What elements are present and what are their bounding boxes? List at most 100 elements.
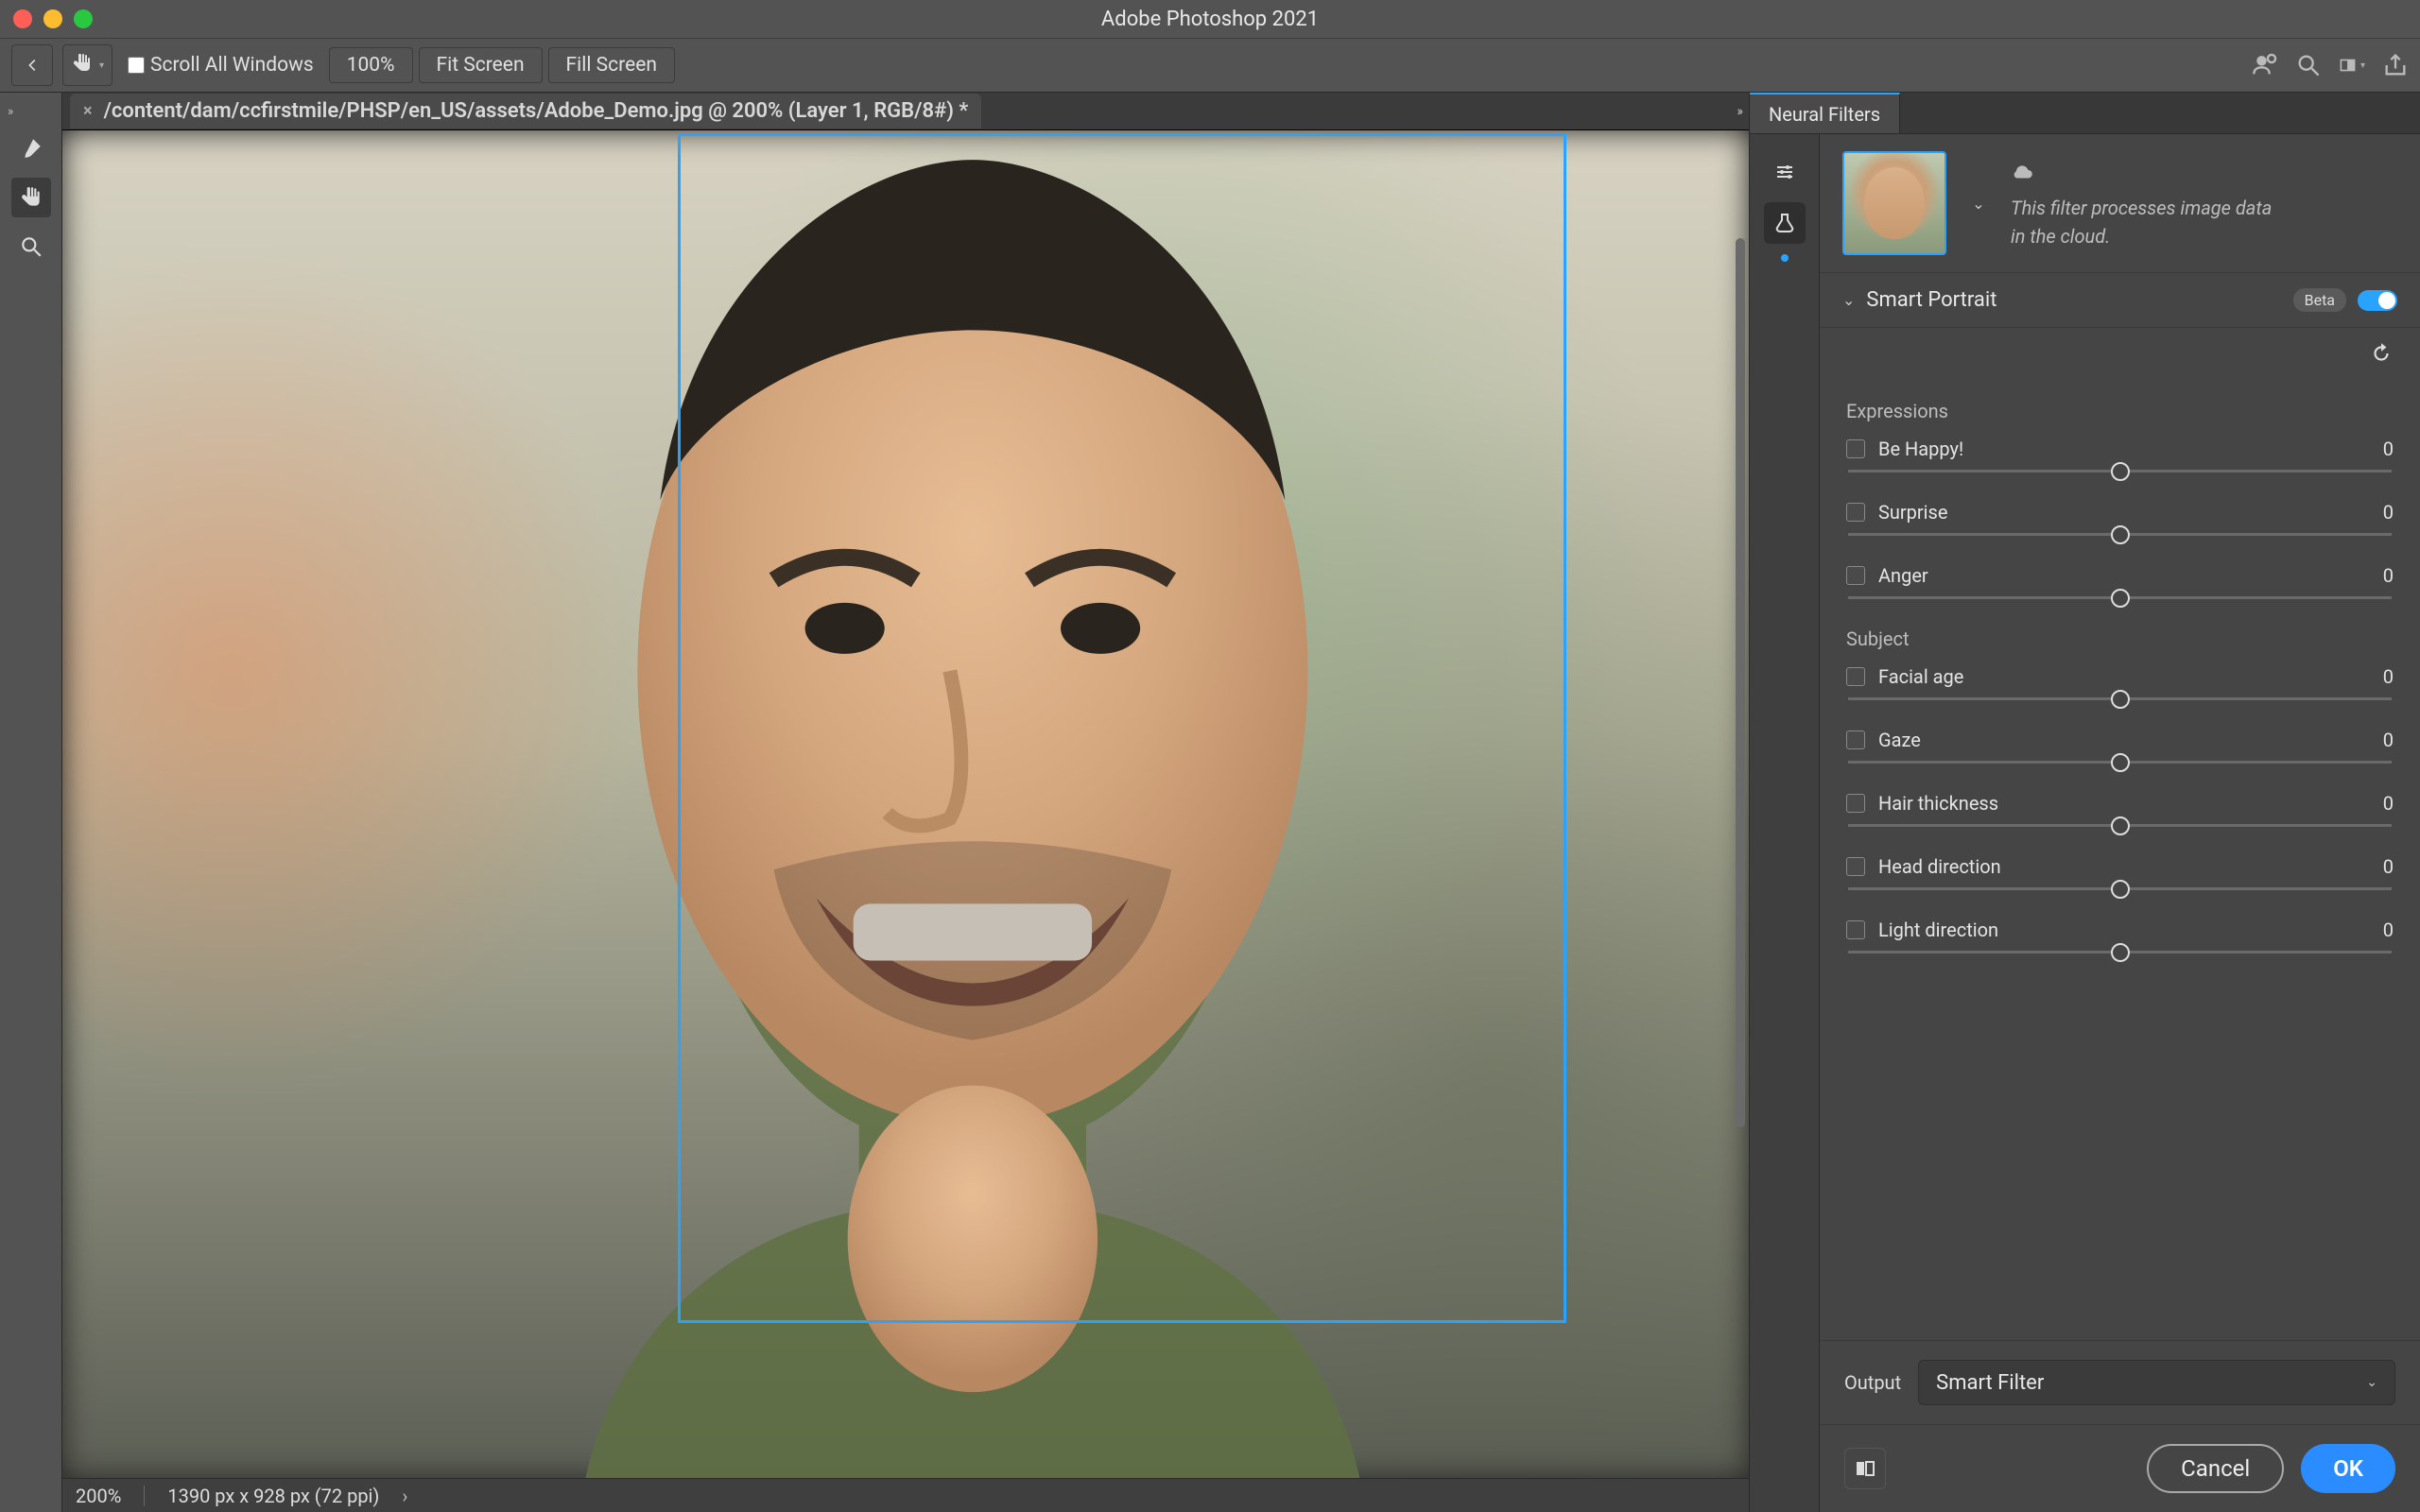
label-hair-thickness: Hair thickness bbox=[1878, 792, 2370, 815]
checkbox-hair-thickness[interactable] bbox=[1846, 794, 1865, 813]
slider-light-direction: Light direction 0 bbox=[1846, 919, 2394, 954]
scroll-all-windows-checkbox[interactable]: Scroll All Windows bbox=[122, 54, 320, 77]
track-anger[interactable] bbox=[1848, 596, 2392, 599]
close-window-button[interactable] bbox=[13, 9, 32, 28]
brush-tool[interactable] bbox=[11, 129, 51, 168]
canvas-area[interactable] bbox=[62, 130, 1749, 1478]
collapse-filter-chevron-icon[interactable]: ⌄ bbox=[1842, 291, 1855, 309]
knob-head-direction[interactable] bbox=[2111, 880, 2130, 899]
category-beta-icon[interactable] bbox=[1764, 202, 1806, 244]
value-head-direction: 0 bbox=[2383, 855, 2394, 878]
checkbox-gaze[interactable] bbox=[1846, 730, 1865, 749]
zoom-value-button[interactable]: 100% bbox=[329, 47, 413, 83]
label-head-direction: Head direction bbox=[1878, 855, 2370, 878]
value-gaze: 0 bbox=[2383, 729, 2394, 751]
status-bar: 200% 1390 px x 928 px (72 ppi) › bbox=[62, 1478, 1749, 1512]
document-tabbar: × /content/dam/ccfirstmile/PHSP/en_US/as… bbox=[62, 93, 1749, 130]
face-dropdown-chevron-icon[interactable]: ⌄ bbox=[1965, 190, 1992, 216]
minimize-window-button[interactable] bbox=[43, 9, 62, 28]
status-zoom[interactable]: 200% bbox=[76, 1485, 121, 1507]
panel-tab-neural-filters[interactable]: Neural Filters bbox=[1750, 93, 1900, 133]
checkbox-light-direction[interactable] bbox=[1846, 920, 1865, 939]
document-tab[interactable]: × /content/dam/ccfirstmile/PHSP/en_US/as… bbox=[70, 94, 981, 129]
left-toolbar: ›› bbox=[0, 93, 62, 1512]
value-anger: 0 bbox=[2383, 564, 2394, 587]
knob-be-happy[interactable] bbox=[2111, 462, 2130, 481]
slider-surprise: Surprise 0 bbox=[1846, 501, 2394, 536]
knob-anger[interactable] bbox=[2111, 589, 2130, 608]
cancel-button[interactable]: Cancel bbox=[2147, 1444, 2284, 1493]
chevron-down-icon[interactable]: ▾ bbox=[99, 60, 104, 71]
output-label: Output bbox=[1844, 1371, 1901, 1394]
window-controls bbox=[13, 9, 93, 28]
slider-anger: Anger 0 bbox=[1846, 564, 2394, 599]
slider-hair-thickness: Hair thickness 0 bbox=[1846, 792, 2394, 827]
track-surprise[interactable] bbox=[1848, 533, 2392, 536]
workspace-switcher-icon[interactable]: ▾ bbox=[2339, 52, 2365, 78]
face-thumbnail[interactable] bbox=[1842, 151, 1946, 255]
track-gaze[interactable] bbox=[1848, 761, 2392, 764]
track-head-direction[interactable] bbox=[1848, 887, 2392, 890]
slider-head-direction: Head direction 0 bbox=[1846, 855, 2394, 890]
cloud-profile-icon[interactable] bbox=[2252, 52, 2278, 78]
scroll-all-windows-input[interactable] bbox=[128, 57, 145, 74]
share-icon[interactable] bbox=[2382, 52, 2409, 78]
status-menu-chevron-icon[interactable]: › bbox=[402, 1485, 407, 1507]
back-button[interactable] bbox=[11, 44, 53, 86]
track-hair-thickness[interactable] bbox=[1848, 824, 2392, 827]
knob-hair-thickness[interactable] bbox=[2111, 816, 2130, 835]
knob-surprise[interactable] bbox=[2111, 525, 2130, 544]
filter-header: ⌄ Smart Portrait Beta bbox=[1820, 273, 2420, 328]
tabbar-expand-icon[interactable]: ›› bbox=[1737, 104, 1741, 119]
reset-icon[interactable] bbox=[2369, 341, 2394, 369]
label-surprise: Surprise bbox=[1878, 501, 2370, 524]
checkbox-anger[interactable] bbox=[1846, 566, 1865, 585]
ok-button[interactable]: OK bbox=[2301, 1444, 2395, 1493]
optionsbar-right-icons: ▾ bbox=[2252, 52, 2409, 78]
output-chevron-icon: ⌄ bbox=[2366, 1375, 2377, 1390]
output-row: Output Smart Filter ⌄ bbox=[1820, 1340, 2420, 1425]
knob-light-direction[interactable] bbox=[2111, 943, 2130, 962]
track-facial-age[interactable] bbox=[1848, 697, 2392, 700]
face-selector-row: ⌄ This filter processes image data in th… bbox=[1820, 134, 2420, 273]
zoom-tool[interactable] bbox=[11, 227, 51, 266]
label-be-happy: Be Happy! bbox=[1878, 438, 2370, 460]
checkbox-be-happy[interactable] bbox=[1846, 439, 1865, 458]
search-icon[interactable] bbox=[2295, 52, 2322, 78]
filter-enable-toggle[interactable] bbox=[2358, 290, 2397, 311]
checkbox-facial-age[interactable] bbox=[1846, 667, 1865, 686]
track-light-direction[interactable] bbox=[1848, 951, 2392, 954]
checkbox-head-direction[interactable] bbox=[1846, 857, 1865, 876]
filter-category-tabs bbox=[1750, 134, 1820, 1512]
maximize-window-button[interactable] bbox=[74, 9, 93, 28]
value-hair-thickness: 0 bbox=[2383, 792, 2394, 815]
label-light-direction: Light direction bbox=[1878, 919, 2370, 941]
fit-screen-button[interactable]: Fit Screen bbox=[419, 47, 543, 83]
slider-facial-age: Facial age 0 bbox=[1846, 665, 2394, 700]
section-expressions: Expressions bbox=[1846, 400, 2394, 422]
status-dimensions: 1390 px x 928 px (72 ppi) bbox=[167, 1485, 379, 1507]
label-gaze: Gaze bbox=[1878, 729, 2370, 751]
track-be-happy[interactable] bbox=[1848, 470, 2392, 472]
label-facial-age: Facial age bbox=[1878, 665, 2370, 688]
value-be-happy: 0 bbox=[2383, 438, 2394, 460]
cloud-note-line2: in the cloud. bbox=[2011, 225, 2272, 248]
tool-display[interactable]: ▾ bbox=[62, 44, 112, 86]
toolbar-expand-icon[interactable]: ›› bbox=[0, 104, 11, 119]
category-adjustments-icon[interactable] bbox=[1764, 151, 1806, 193]
section-subject: Subject bbox=[1846, 627, 2394, 650]
hand-tool[interactable] bbox=[11, 178, 51, 217]
before-after-toggle[interactable] bbox=[1844, 1448, 1886, 1489]
checkbox-surprise[interactable] bbox=[1846, 503, 1865, 522]
slider-gaze: Gaze 0 bbox=[1846, 729, 2394, 764]
fill-screen-button[interactable]: Fill Screen bbox=[548, 47, 675, 83]
workspace: ›› × /content/dam/ccfirstmile/PHSP/en_US… bbox=[0, 93, 2420, 1512]
category-active-indicator bbox=[1764, 253, 1806, 263]
output-select[interactable]: Smart Filter ⌄ bbox=[1918, 1360, 2395, 1405]
canvas-scrollbar[interactable] bbox=[1736, 238, 1745, 1127]
panel-tabbar: Neural Filters bbox=[1750, 93, 2420, 134]
knob-facial-age[interactable] bbox=[2111, 690, 2130, 709]
slider-list[interactable]: Expressions Be Happy! 0 Surprise bbox=[1820, 379, 2420, 1340]
knob-gaze[interactable] bbox=[2111, 753, 2130, 772]
close-tab-icon[interactable]: × bbox=[83, 101, 93, 121]
